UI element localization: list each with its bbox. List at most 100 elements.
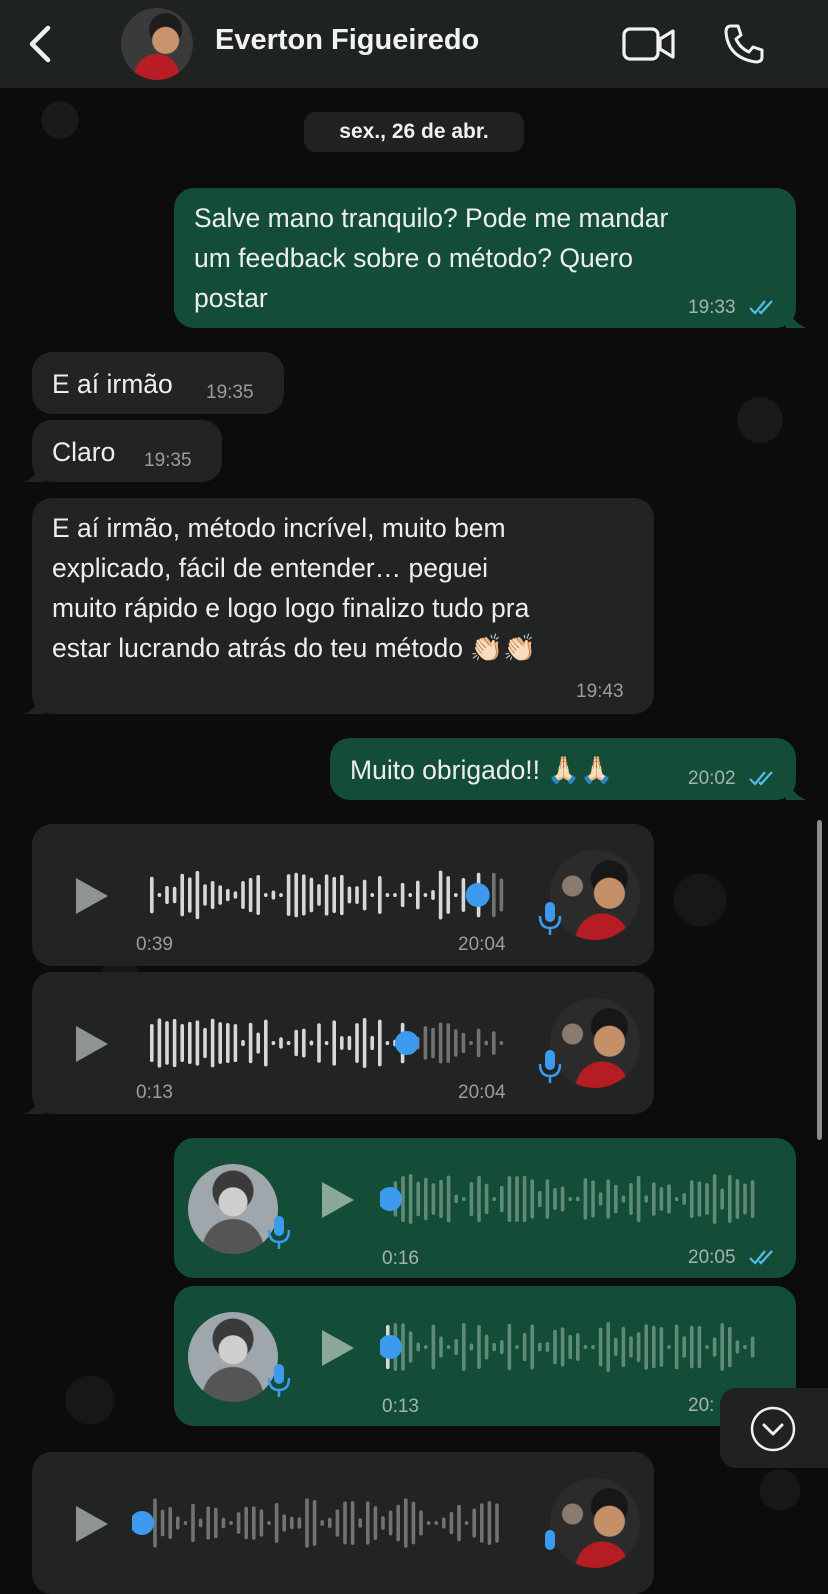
playhead-dot[interactable] [394, 1031, 419, 1055]
waveform-bar [636, 1332, 641, 1362]
waveform-bar [256, 875, 260, 915]
waveform-bar [157, 1018, 162, 1068]
waveform-bar [297, 1517, 302, 1529]
contact-avatar[interactable] [121, 8, 193, 80]
message-bubble-incoming[interactable]: E aí irmão 19:35 [32, 352, 284, 414]
scroll-to-bottom-button[interactable] [720, 1388, 828, 1468]
bubble-tail [786, 306, 806, 328]
waveform-bar [629, 1336, 633, 1358]
play-icon[interactable] [320, 1180, 356, 1220]
waveform-bar [644, 1324, 648, 1370]
waveform-bar [461, 1032, 466, 1054]
waveform-bar [206, 1506, 210, 1540]
scrollbar[interactable] [817, 820, 822, 1140]
waveform-bar [290, 1516, 294, 1530]
message-bubble-outgoing[interactable]: Salve mano tranquilo? Pode me mandar um … [174, 188, 796, 328]
waveform-bar [477, 1175, 481, 1223]
message-bubble-incoming[interactable]: E aí irmão, método incrível, muito bem e… [32, 498, 654, 714]
waveform-bar [203, 884, 207, 906]
play-icon[interactable] [320, 1328, 356, 1368]
contact-name[interactable]: Everton Figueiredo [215, 24, 479, 57]
waveform-bar [241, 1039, 245, 1047]
play-icon[interactable] [74, 876, 110, 916]
message-text-line: muito rápido e logo logo finalizo tudo p… [52, 593, 530, 623]
waveform-bar [259, 1509, 264, 1537]
waveform-bar [449, 1511, 454, 1535]
waveform-bar [659, 1327, 664, 1367]
waveform-bar [438, 870, 443, 920]
waveform-bar [499, 1041, 504, 1045]
voice-message-outgoing[interactable]: 0:13 20: [174, 1286, 796, 1426]
read-receipt-icon [749, 1250, 773, 1265]
waveform-bar [439, 1336, 443, 1358]
waveform-bar [248, 877, 253, 913]
waveform-bar [487, 1501, 492, 1545]
waveform-bar [312, 1500, 317, 1546]
waveform-bar [492, 1031, 496, 1055]
audio-duration: 0:16 [382, 1248, 419, 1269]
play-icon[interactable] [74, 1504, 110, 1544]
waveform-bar [469, 1182, 474, 1216]
waveform-bar [743, 1183, 747, 1215]
waveform-bar [294, 1029, 298, 1057]
waveform-bar [165, 885, 169, 905]
waveform-bar [160, 1509, 165, 1537]
waveform-bar [328, 1517, 332, 1529]
play-icon[interactable] [74, 1024, 110, 1064]
audio-waveform[interactable] [144, 1015, 514, 1071]
waveform-bar [279, 1037, 283, 1049]
audio-waveform[interactable] [144, 867, 514, 923]
waveform-bar [324, 874, 329, 916]
playhead-dot[interactable] [380, 1187, 402, 1211]
waveform-bar [320, 1520, 324, 1526]
waveform-bar [538, 1342, 542, 1352]
playhead-dot[interactable] [465, 883, 490, 907]
message-bubble-incoming[interactable]: Claro 19:35 [32, 420, 222, 482]
waveform-bar [236, 1512, 241, 1534]
waveform-bar [340, 874, 344, 916]
waveform-bar [271, 890, 276, 900]
waveform-bar [598, 1192, 603, 1206]
waveform-bar [343, 1501, 347, 1545]
waveform-bar [388, 1510, 393, 1536]
waveform-bar [195, 1020, 200, 1066]
message-bubble-outgoing[interactable]: Muito obrigado!! 🙏🏻🙏🏻 20:02 [330, 738, 796, 800]
waveform-bar [233, 891, 238, 899]
voice-message-incoming[interactable] [32, 1452, 654, 1594]
audio-waveform[interactable] [380, 1319, 764, 1375]
waveform-bar [218, 1022, 222, 1064]
waveform-bar [636, 1175, 641, 1223]
waveform-bar [332, 876, 336, 914]
voice-message-incoming[interactable]: 0:13 20:04 [32, 972, 654, 1114]
waveform-bar [210, 1018, 215, 1068]
audio-waveform[interactable] [380, 1171, 764, 1227]
message-text-line: E aí irmão [52, 369, 173, 399]
waveform-bar [378, 1019, 382, 1067]
voice-message-outgoing[interactable]: 0:16 20:05 [174, 1138, 796, 1278]
waveform-bar [423, 1026, 428, 1060]
playhead-dot[interactable] [380, 1335, 402, 1359]
waveform-bar [652, 1325, 656, 1369]
waveform-bar [416, 1342, 420, 1352]
waveform-bar [568, 1334, 572, 1360]
waveform-bar [583, 1178, 588, 1220]
waveform-bar [302, 1028, 306, 1058]
message-time: 20: [688, 1395, 715, 1416]
waveform-bar [165, 1021, 169, 1065]
waveform-bar [454, 893, 458, 897]
waveform-bar [434, 1521, 438, 1525]
microphone-icon [545, 1530, 555, 1550]
video-call-icon[interactable] [622, 24, 676, 64]
waveform-bar [629, 1182, 633, 1216]
sender-avatar [550, 998, 640, 1088]
waveform-bar [469, 1041, 473, 1045]
back-chevron-icon[interactable] [22, 22, 62, 66]
phone-call-icon[interactable] [722, 22, 766, 66]
waveform-bar [168, 1506, 172, 1540]
waveform-bar [720, 1188, 724, 1210]
read-receipt-icon [749, 300, 773, 315]
waveform-bar [424, 1177, 428, 1221]
playhead-dot[interactable] [132, 1511, 154, 1535]
voice-message-incoming[interactable]: 0:39 20:04 [32, 824, 654, 966]
waveform-bar [335, 1509, 340, 1537]
